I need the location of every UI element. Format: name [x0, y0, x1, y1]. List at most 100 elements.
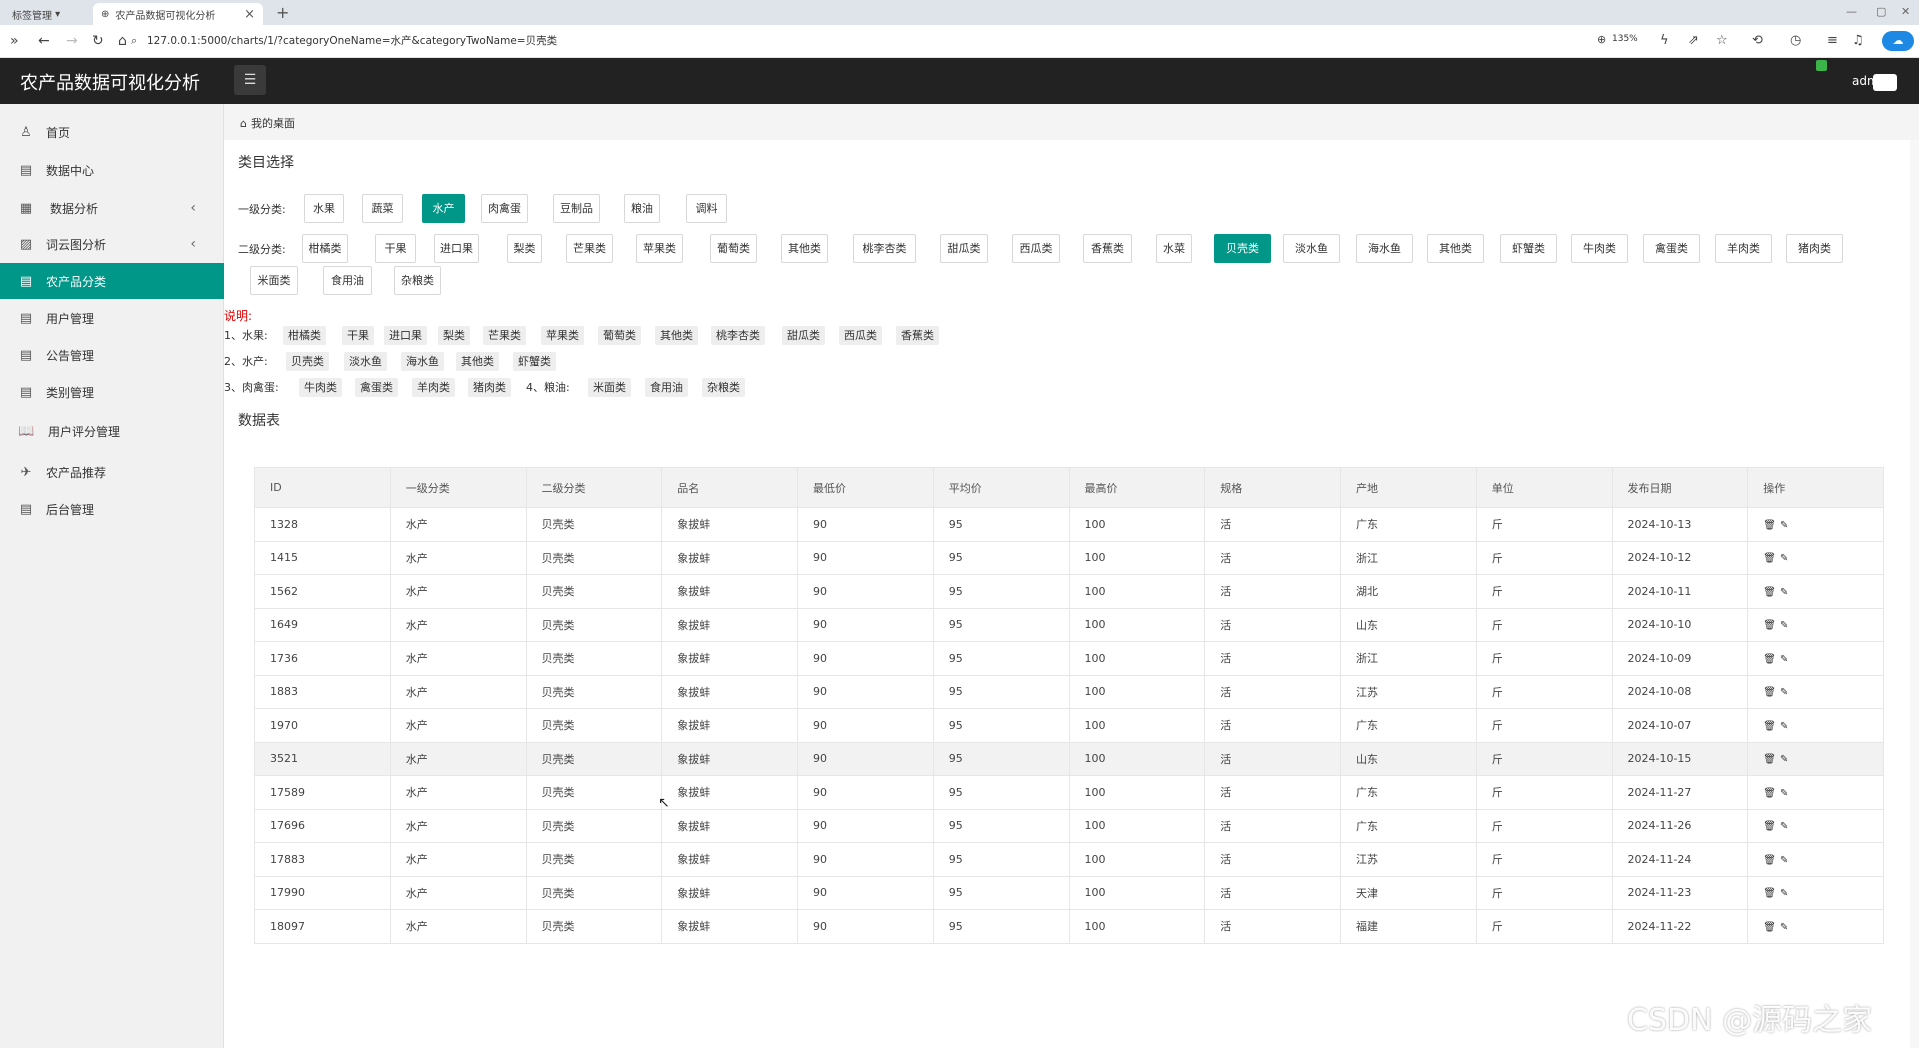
new-tab-button[interactable]: + — [276, 3, 289, 22]
level2-button[interactable]: 柑橘类 — [302, 234, 348, 263]
trash-icon[interactable]: 🗑 — [1763, 788, 1780, 799]
trash-icon[interactable]: 🗑 — [1763, 888, 1780, 899]
level2-button[interactable]: 淡水鱼 — [1283, 234, 1340, 263]
forward-icon[interactable]: → — [66, 33, 78, 49]
sidebar-item-data-analysis[interactable]: ▦ 数据分析 ‹ — [0, 190, 224, 226]
table-row[interactable]: 1415 水产 贝壳类 象拔蚌 90 95 100 活浙江斤 2024-10-12 🗑✎ — [254, 540, 1884, 575]
bell-icon[interactable]: ♫ — [1852, 33, 1864, 48]
edit-icon[interactable]: ✎ — [1780, 520, 1792, 531]
level2-button[interactable]: 羊肉类 — [1715, 234, 1772, 263]
level1-button[interactable]: 调料 — [686, 194, 727, 223]
table-row[interactable]: 18097 水产 贝壳类 象拔蚌 90 95 100 活福建斤 2024-11-22 🗑✎ — [254, 909, 1884, 944]
level2-button[interactable]: 干果 — [375, 234, 416, 263]
edit-icon[interactable]: ✎ — [1780, 821, 1792, 832]
table-row[interactable]: 1649 水产 贝壳类 象拔蚌 90 95 100 活山东斤 2024-10-10 🗑✎ — [254, 607, 1884, 642]
level1-button[interactable]: 水果 — [304, 194, 344, 223]
level2-button[interactable]: 其他类 — [1427, 234, 1484, 263]
sidebar-item-users[interactable]: ▤ 用户管理 — [0, 300, 224, 336]
table-row[interactable]: 1562 水产 贝壳类 象拔蚌 90 95 100 活湖北斤 2024-10-11 🗑✎ — [254, 574, 1884, 609]
level1-button[interactable]: 肉禽蛋 — [481, 194, 528, 223]
level2-button[interactable]: 杂粮类 — [394, 266, 441, 295]
table-row[interactable]: 17696 水产 贝壳类 象拔蚌 90 95 100 活广东斤 2024-11-26 🗑✎ — [254, 808, 1884, 843]
sidebar-item-product-category[interactable]: ▤ 农产品分类 — [0, 263, 224, 299]
level2-button[interactable]: 虾蟹类 — [1500, 234, 1557, 263]
home-icon[interactable]: ⌂ — [240, 117, 247, 130]
trash-icon[interactable]: 🗑 — [1763, 687, 1780, 698]
edit-icon[interactable]: ✎ — [1780, 553, 1792, 564]
browser-tab-2[interactable]: ⊕ 农产品数据可视化分析 × — [93, 3, 263, 25]
level2-button[interactable]: 猪肉类 — [1786, 234, 1843, 263]
level2-button[interactable]: 桃李杏类 — [853, 234, 916, 263]
level2-button[interactable]: 梨类 — [507, 234, 542, 263]
trash-icon[interactable]: 🗑 — [1763, 587, 1780, 598]
level1-button[interactable]: 蔬菜 — [362, 194, 403, 223]
edit-icon[interactable]: ✎ — [1780, 788, 1792, 799]
trash-icon[interactable]: 🗑 — [1763, 821, 1780, 832]
breadcrumb-item[interactable]: 我的桌面 — [251, 117, 295, 130]
home-icon[interactable]: ⌂ — [118, 33, 127, 49]
edit-icon[interactable]: ✎ — [1780, 721, 1792, 732]
sidebar-item-data-center[interactable]: ▤ 数据中心 — [0, 152, 224, 188]
scrollbar[interactable] — [1910, 140, 1919, 1048]
level1-button[interactable]: 粮油 — [624, 194, 660, 223]
browser-tab-1[interactable]: 标签管理 ▾ — [4, 3, 90, 25]
table-row[interactable]: 1883 水产 贝壳类 象拔蚌 90 95 100 活江苏斤 2024-10-08 🗑✎ — [254, 674, 1884, 709]
edit-icon[interactable]: ✎ — [1780, 620, 1792, 631]
level2-button[interactable]: 进口果 — [434, 234, 479, 263]
level1-button-selected[interactable]: 水产 — [422, 194, 465, 223]
level2-button[interactable]: 西瓜类 — [1012, 234, 1060, 263]
level1-button[interactable]: 豆制品 — [553, 194, 600, 223]
level2-button[interactable]: 禽蛋类 — [1643, 234, 1700, 263]
level2-button[interactable]: 水菜 — [1156, 234, 1192, 263]
edit-icon[interactable]: ✎ — [1780, 888, 1792, 899]
edit-icon[interactable]: ✎ — [1780, 922, 1792, 933]
restore-icon[interactable]: ▢ — [1876, 5, 1886, 18]
sidebar-item-ratings[interactable]: 📖 用户评分管理 — [0, 413, 224, 449]
table-row[interactable]: 17589 水产 贝壳类 象拔蚌 90 95 100 活广东斤 2024-11-27 🗑✎ — [254, 775, 1884, 810]
back-icon[interactable]: ← — [38, 33, 50, 49]
zoom-level[interactable]: 135% — [1612, 34, 1638, 44]
cloud-icon[interactable]: ☁ — [1882, 31, 1914, 51]
level2-button[interactable]: 芒果类 — [566, 234, 613, 263]
table-row[interactable]: 1970 水产 贝壳类 象拔蚌 90 95 100 活广东斤 2024-10-07 🗑✎ — [254, 708, 1884, 743]
edit-icon[interactable]: ✎ — [1780, 687, 1792, 698]
trash-icon[interactable]: 🗑 — [1763, 553, 1780, 564]
sidebar-item-home[interactable]: ♙ 首页 — [0, 114, 224, 150]
table-row[interactable]: 3521 水产 贝壳类 象拔蚌 90 95 100 活山东斤 2024-10-15 🗑✎ — [254, 741, 1884, 776]
zoom-icon[interactable]: ⊕ — [1597, 33, 1606, 46]
bolt-icon[interactable]: ϟ — [1660, 33, 1669, 48]
level2-button[interactable]: 甜瓜类 — [940, 234, 988, 263]
reload-icon[interactable]: ↻ — [92, 33, 104, 49]
edit-icon[interactable]: ✎ — [1780, 754, 1792, 765]
edit-icon[interactable]: ✎ — [1780, 587, 1792, 598]
table-row[interactable]: 1736 水产 贝壳类 象拔蚌 90 95 100 活浙江斤 2024-10-09 🗑✎ — [254, 641, 1884, 676]
menu-toggle-button[interactable]: ☰ — [234, 65, 266, 95]
table-row[interactable]: 17990 水产 贝壳类 象拔蚌 90 95 100 活天津斤 2024-11-23 🗑✎ — [254, 875, 1884, 910]
menu-icon[interactable]: ≡ — [1827, 33, 1838, 48]
level2-button[interactable]: 米面类 — [250, 266, 298, 295]
trash-icon[interactable]: 🗑 — [1763, 654, 1780, 665]
level2-button[interactable]: 葡萄类 — [710, 234, 757, 263]
level2-button[interactable]: 海水鱼 — [1356, 234, 1413, 263]
history-icon[interactable]: ◷ — [1790, 33, 1801, 48]
trash-icon[interactable]: 🗑 — [1763, 922, 1780, 933]
sidebar-item-recommend[interactable]: ✈ 农产品推荐 — [0, 454, 224, 490]
table-row[interactable]: 17883 水产 贝壳类 象拔蚌 90 95 100 活江苏斤 2024-11-24 🗑✎ — [254, 842, 1884, 877]
user-menu-box[interactable] — [1873, 74, 1897, 91]
sidebar-toggle-icon[interactable]: » — [10, 33, 19, 49]
close-window-icon[interactable]: ✕ — [1901, 5, 1910, 18]
edit-icon[interactable]: ✎ — [1780, 855, 1792, 866]
url-input[interactable]: 127.0.0.1:5000/charts/1/?categoryOneName… — [147, 33, 557, 48]
level2-button-selected[interactable]: 贝壳类 — [1214, 234, 1271, 263]
minimize-icon[interactable]: — — [1846, 5, 1857, 18]
edit-icon[interactable]: ✎ — [1780, 654, 1792, 665]
trash-icon[interactable]: 🗑 — [1763, 520, 1780, 531]
level2-button[interactable]: 牛肉类 — [1571, 234, 1628, 263]
sidebar-item-categories[interactable]: ▤ 类别管理 — [0, 374, 224, 410]
level2-button[interactable]: 食用油 — [323, 266, 372, 295]
level2-button[interactable]: 香蕉类 — [1083, 234, 1132, 263]
sidebar-item-announcements[interactable]: ▤ 公告管理 — [0, 337, 224, 373]
star-icon[interactable]: ☆ — [1716, 33, 1728, 48]
extension-icon[interactable]: ⟲ — [1752, 33, 1763, 48]
table-row[interactable]: 1328 水产 贝壳类 象拔蚌 90 95 100 活广东斤 2024-10-13 🗑✎ — [254, 507, 1884, 542]
